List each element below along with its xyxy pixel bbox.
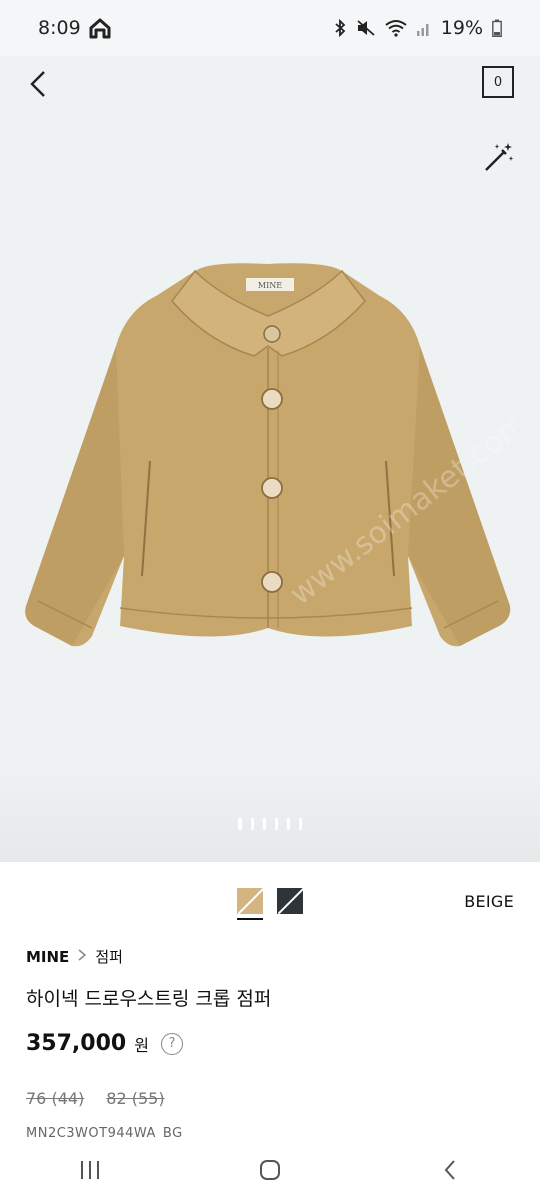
status-time: 8:09 [38, 17, 81, 39]
question-circle-icon[interactable]: ? [160, 1032, 183, 1055]
status-bar: 8:09 19% [0, 0, 540, 56]
system-nav-bar [0, 1140, 540, 1200]
product-price: 357,000 [26, 1031, 127, 1056]
garment-label: MINE [258, 281, 282, 290]
pager-dot[interactable] [238, 818, 242, 830]
size-option[interactable]: 76 (44) [26, 1089, 84, 1108]
category-link[interactable]: 점퍼 [95, 946, 123, 967]
pager-dot[interactable] [263, 818, 266, 830]
product-gallery[interactable]: 0 MINE [0, 56, 540, 862]
bluetooth-icon [333, 19, 347, 37]
chevron-left-icon [444, 1160, 455, 1180]
pager-dot[interactable] [299, 818, 302, 830]
color-swatch-beige[interactable] [237, 888, 263, 914]
home-button[interactable] [240, 1150, 300, 1190]
home-circle-icon [260, 1160, 280, 1180]
color-swatch-navy[interactable] [277, 888, 303, 914]
recent-apps-button[interactable] [60, 1150, 120, 1190]
cart-button[interactable]: 0 [482, 66, 514, 98]
pager-dot[interactable] [287, 818, 290, 830]
pager-dot[interactable] [251, 818, 254, 830]
chevron-right-icon [77, 948, 87, 966]
system-back-button[interactable] [420, 1150, 480, 1190]
cart-count: 0 [493, 74, 503, 90]
gallery-pager [0, 818, 540, 830]
pager-dot[interactable] [275, 818, 278, 830]
product-title: 하이넥 드로우스트링 크롭 점퍼 [26, 988, 272, 1010]
size-option[interactable]: 82 (55) [106, 1089, 164, 1108]
color-selector: BEIGE [0, 862, 540, 942]
wifi-icon [385, 19, 407, 37]
status-left: 8:09 [38, 17, 111, 39]
battery-icon [492, 19, 502, 37]
breadcrumb: MINE 점퍼 [26, 946, 123, 967]
magic-wand-icon [485, 143, 514, 171]
status-right: 19% [333, 17, 502, 39]
signal-icon [416, 19, 432, 37]
chevron-left-icon [30, 71, 45, 97]
battery-text: 19% [440, 17, 483, 39]
product-image: MINE www.soimaket.com/soimaket [25, 263, 516, 647]
size-list: 76 (44) 82 (55) [26, 1089, 165, 1108]
product-sku: MN2C3WOT944WA_BG [26, 1126, 183, 1138]
recent-apps-icon [81, 1161, 99, 1179]
magic-wand-button[interactable] [482, 140, 516, 174]
selected-swatch-indicator [237, 918, 263, 920]
brand-link[interactable]: MINE [26, 948, 69, 966]
selected-color-name: BEIGE [464, 892, 514, 911]
screen: 8:09 19% 0 MINE BEIGE MINE 점퍼 하이넥 드로우스트링… [0, 0, 540, 1200]
mute-icon [356, 19, 376, 37]
price-currency: 원 [134, 1035, 149, 1055]
price-row: 357,000 원 ? [26, 1031, 183, 1056]
back-button[interactable] [20, 66, 56, 102]
home-notification-icon [89, 17, 111, 39]
